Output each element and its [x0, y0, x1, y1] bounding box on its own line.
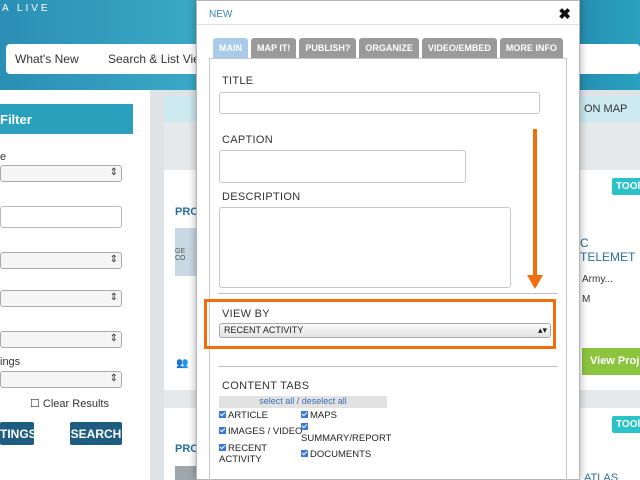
filter-select-1[interactable]	[0, 165, 122, 182]
thumbnail-caption: GE CO	[175, 248, 186, 262]
checkbox-maps-label: MAPS	[310, 410, 337, 421]
caption-label: CAPTION	[222, 134, 273, 146]
select-all-link[interactable]: select all / deselect all	[219, 396, 387, 408]
main-tab-panel: TITLE CAPTION DESCRIPTION VIEW BY RECENT…	[204, 58, 567, 480]
checkbox-recent-activity[interactable]: RECENT ACTIVITY	[219, 443, 267, 465]
tab-organize[interactable]: ORGANIZE	[359, 38, 419, 58]
filter-header: Filter	[0, 104, 133, 134]
search-button[interactable]: SEARCH	[70, 422, 122, 445]
result-heading-1[interactable]: C TELEMET	[580, 236, 640, 264]
filter-select-2[interactable]	[0, 252, 122, 269]
divider-1	[218, 293, 558, 294]
checkbox-maps[interactable]: MAPS	[301, 410, 337, 421]
title-input[interactable]	[219, 92, 540, 114]
filter-select-3[interactable]	[0, 290, 122, 307]
tool-tag-2: TOOl	[612, 416, 640, 433]
divider-2	[218, 366, 558, 367]
nav-whats-new[interactable]: What's New	[15, 52, 79, 66]
result-heading-2[interactable]: ATLAS MAI	[584, 472, 640, 480]
tab-publish[interactable]: PUBLISH?	[299, 38, 357, 58]
filter-label-1: e	[0, 151, 7, 163]
users-icon: 👥	[176, 358, 189, 369]
close-icon[interactable]: ✖	[558, 5, 571, 23]
filter-input[interactable]	[0, 206, 122, 228]
save-settings-button-label: TINGS	[0, 427, 37, 441]
on-map-label[interactable]: ON MAP	[584, 103, 627, 115]
checkbox-checked-icon	[219, 444, 226, 451]
checkbox-checked-icon	[301, 411, 308, 418]
tool-tag-1: TOOl	[612, 178, 640, 195]
checkbox-recent-label: RECENT	[228, 443, 268, 454]
tab-more-info[interactable]: MORE INFO	[499, 38, 563, 58]
checkbox-documents-label: DOCUMENTS	[310, 449, 372, 460]
clear-results-checkbox[interactable]: ☐ Clear Results	[30, 397, 109, 410]
modal-title: NEW	[209, 9, 233, 20]
checkbox-article-label: ARTICLE	[228, 410, 268, 421]
modal-tabs: MAIN MAP IT! PUBLISH? ORGANIZE VIDEO/EMB…	[213, 38, 566, 58]
filter-select-5[interactable]	[0, 371, 122, 388]
description-textarea[interactable]	[219, 207, 511, 288]
tab-map-it[interactable]: MAP IT!	[251, 38, 297, 58]
checkbox-activity-label: ACTIVITY	[219, 454, 262, 465]
annotation-arrow-head	[527, 275, 543, 289]
checkbox-article[interactable]: ARTICLE	[219, 410, 268, 421]
checkbox-images-video-label: IMAGES / VIDEO	[228, 426, 303, 437]
title-label: TITLE	[222, 75, 254, 87]
save-settings-button[interactable]: TINGS	[0, 422, 37, 445]
checkbox-images-video[interactable]: IMAGES / VIDEO	[219, 426, 302, 437]
checkbox-checked-icon	[301, 450, 308, 457]
result-meta-2: M	[582, 294, 591, 305]
checkbox-documents[interactable]: DOCUMENTS	[301, 449, 371, 460]
view-by-label: VIEW BY	[222, 308, 270, 320]
content-tabs-label: CONTENT TABS	[222, 380, 310, 392]
view-project-button[interactable]: View Proj	[582, 348, 640, 375]
checkbox-checked-icon	[219, 411, 226, 418]
checkbox-checked-icon	[219, 427, 226, 434]
tab-video-embed[interactable]: VIDEO/EMBED	[421, 38, 497, 58]
filter-select-4[interactable]	[0, 331, 122, 348]
modal-title-bar: NEW	[197, 1, 579, 25]
checkbox-checked-icon	[301, 423, 308, 430]
result-thumbnail-2[interactable]	[175, 466, 197, 480]
annotation-arrow-shaft	[533, 129, 537, 279]
view-project-label: View Proj	[590, 355, 640, 367]
search-button-label: SEARCH	[70, 427, 122, 441]
checkbox-summary-report-label: SUMMARY/REPORT	[301, 433, 392, 444]
site-logo: A LIVE	[2, 3, 51, 14]
filter-header-label: Filter	[0, 112, 32, 127]
view-by-selected-value: RECENT ACTIVITY	[224, 325, 304, 335]
result-meta-1: Army...	[582, 274, 613, 285]
new-item-modal: NEW ✖ MAIN MAP IT! PUBLISH? ORGANIZE VID…	[196, 0, 580, 480]
checkbox-summary-report[interactable]: SUMMARY/REPORT	[301, 422, 391, 444]
result-thumbnail-1[interactable]: GE CO	[175, 228, 197, 276]
clear-results-label: Clear Results	[42, 398, 109, 410]
select-arrows-icon: ▴▾	[537, 325, 547, 335]
view-by-select[interactable]: RECENT ACTIVITY ▴▾	[219, 323, 551, 338]
tab-main[interactable]: MAIN	[213, 38, 248, 58]
caption-textarea[interactable]	[219, 150, 466, 183]
filter-label-2: ings	[0, 356, 21, 368]
nav-search-list-view[interactable]: Search & List View	[108, 52, 209, 66]
description-label: DESCRIPTION	[222, 191, 301, 203]
